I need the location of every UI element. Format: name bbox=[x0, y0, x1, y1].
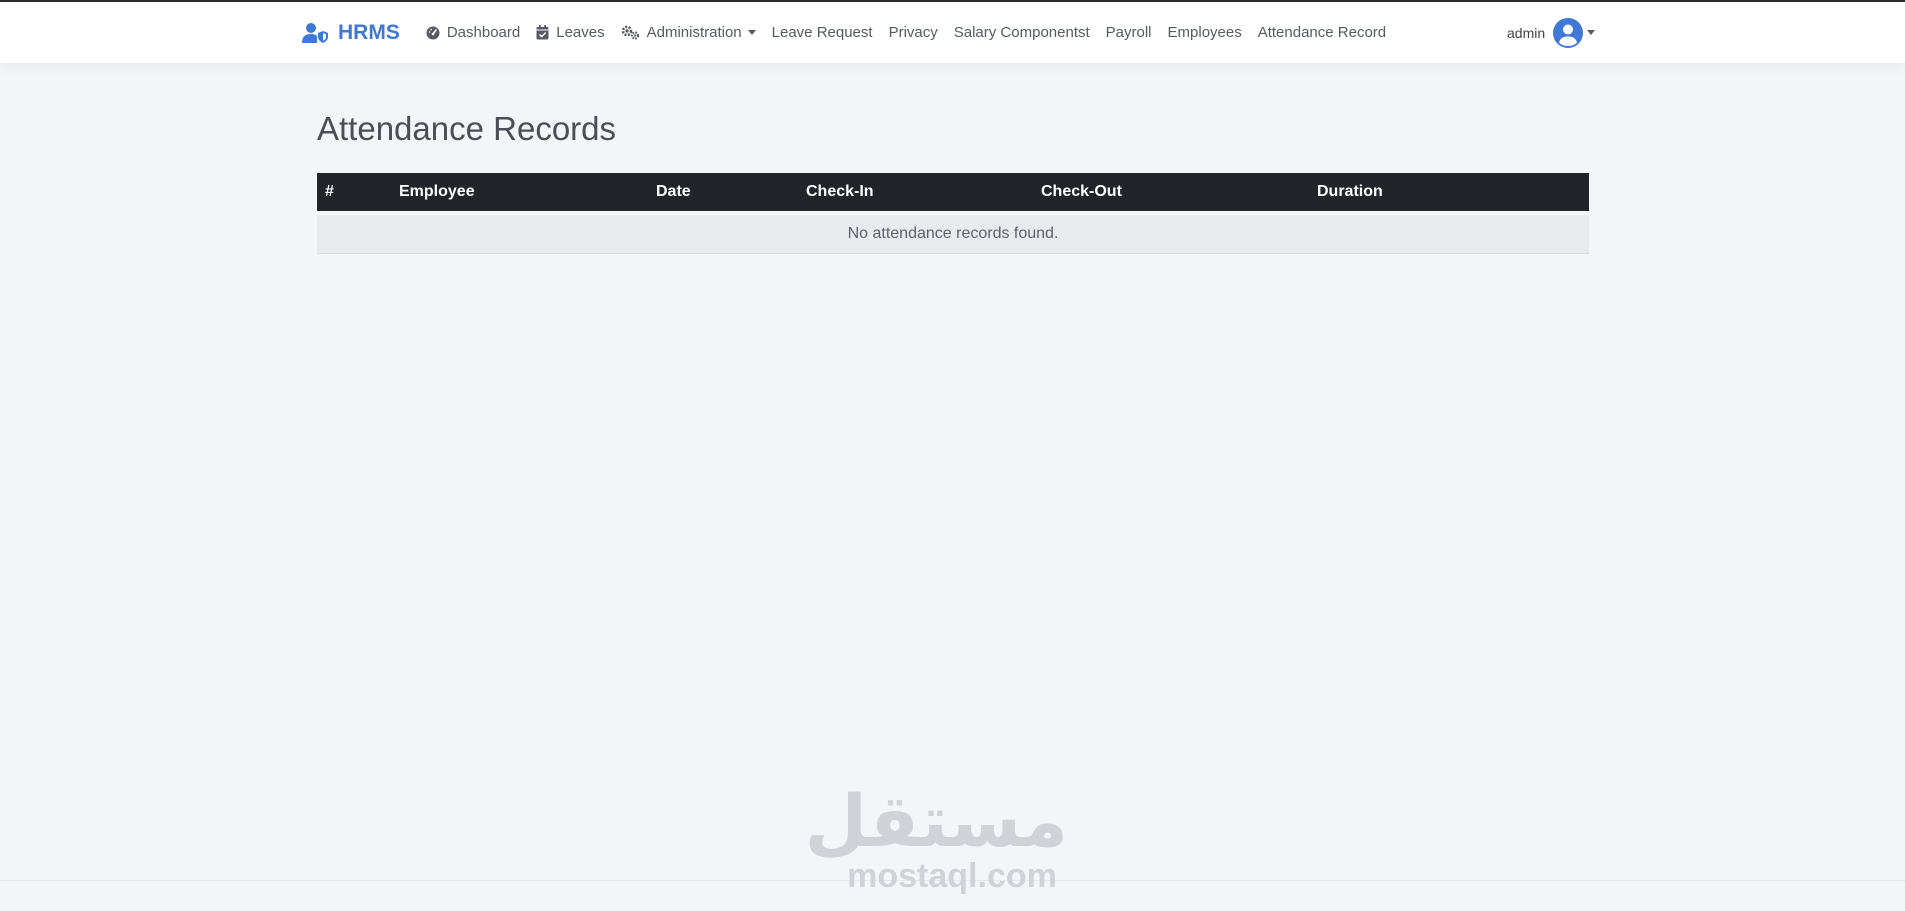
page-title: Attendance Records bbox=[317, 110, 617, 147]
navbar: HRMS Dashboard Leaves Administration Lea… bbox=[0, 2, 1905, 63]
table-header: # Employee Date Check-In Check-Out Durat… bbox=[317, 173, 1589, 213]
attendance-table-container: # Employee Date Check-In Check-Out Durat… bbox=[317, 173, 1589, 254]
gauge-icon bbox=[426, 26, 440, 39]
user-name: admin bbox=[1507, 24, 1546, 41]
watermark-latin: mostaql.com bbox=[847, 857, 1057, 895]
column-header-check-out[interactable]: Check-Out bbox=[1033, 173, 1309, 213]
attendance-table: # Employee Date Check-In Check-Out Durat… bbox=[317, 173, 1589, 254]
user-circle-icon bbox=[1553, 17, 1584, 48]
nav-dashboard[interactable]: Dashboard bbox=[426, 24, 520, 41]
nav-leaves[interactable]: Leaves bbox=[536, 24, 605, 41]
chevron-down-icon bbox=[1587, 30, 1596, 35]
nav-leave-request[interactable]: Leave Request bbox=[772, 24, 873, 41]
column-header-date[interactable]: Date bbox=[648, 173, 798, 213]
table-header-row: # Employee Date Check-In Check-Out Durat… bbox=[317, 173, 1589, 213]
empty-message: No attendance records found. bbox=[847, 224, 1059, 242]
chevron-down-icon bbox=[747, 30, 756, 35]
nav-salary-components[interactable]: Salary Componentst bbox=[954, 24, 1090, 41]
user-shield-icon bbox=[302, 22, 328, 43]
gears-icon bbox=[621, 25, 639, 40]
calendar-check-icon bbox=[536, 25, 549, 40]
nav-attendance-record[interactable]: Attendance Record bbox=[1258, 24, 1386, 41]
column-header-check-in[interactable]: Check-In bbox=[798, 173, 1033, 213]
table-row-empty: No attendance records found. bbox=[317, 213, 1589, 253]
column-header-duration[interactable]: Duration bbox=[1309, 173, 1589, 213]
watermark-logo: مستقل mostaql.com bbox=[804, 779, 1068, 895]
brand-link[interactable]: HRMS bbox=[302, 21, 400, 45]
brand-name: HRMS bbox=[338, 20, 400, 44]
nav-dashboard-label: Dashboard bbox=[446, 24, 521, 41]
nav-administration-dropdown[interactable]: Administration bbox=[621, 24, 756, 41]
nav-privacy[interactable]: Privacy bbox=[889, 24, 938, 41]
nav-leaves-label: Leaves bbox=[556, 24, 605, 41]
nav-employees[interactable]: Employees bbox=[1168, 24, 1242, 41]
navbar-inner: HRMS Dashboard Leaves Administration Lea… bbox=[302, 2, 1402, 63]
nav-payroll[interactable]: Payroll bbox=[1106, 24, 1152, 41]
watermark-arabic: مستقل bbox=[804, 779, 1068, 863]
user-menu[interactable]: admin bbox=[1507, 2, 1596, 63]
column-header-employee[interactable]: Employee bbox=[391, 173, 648, 213]
table-body: No attendance records found. bbox=[317, 213, 1589, 253]
nav-administration-label: Administration bbox=[646, 24, 742, 41]
column-header-number[interactable]: # bbox=[317, 173, 391, 213]
nav-links: Dashboard Leaves Administration Leave Re… bbox=[426, 24, 1402, 41]
